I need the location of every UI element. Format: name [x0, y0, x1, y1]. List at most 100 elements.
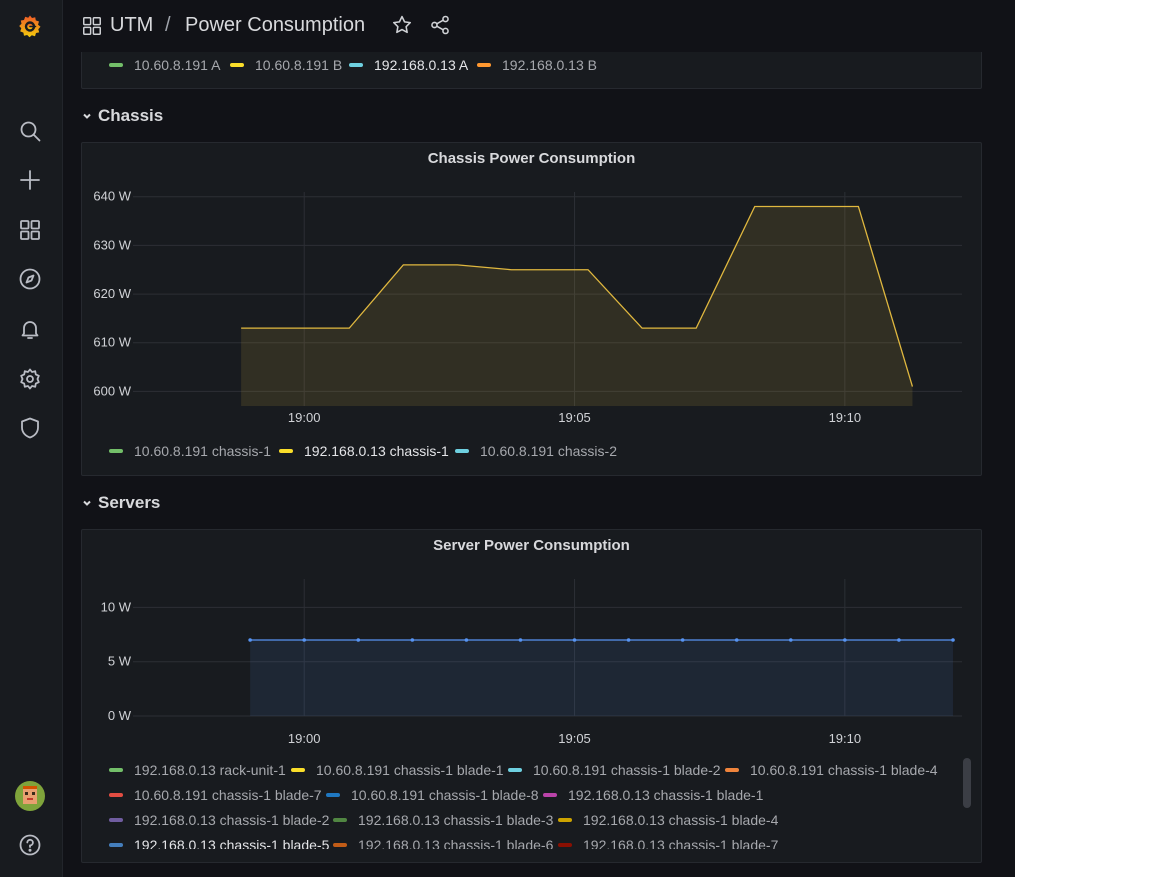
search-icon[interactable]: [16, 117, 44, 145]
data-point: [572, 638, 577, 642]
legend-item[interactable]: 10.60.8.191 chassis-1 blade-1: [291, 761, 504, 779]
legend-item[interactable]: 10.60.8.191 chassis-1 blade-2: [508, 761, 721, 779]
share-icon[interactable]: [429, 14, 453, 38]
data-point: [951, 638, 955, 642]
legend-item[interactable]: 192.168.0.13 B: [477, 56, 597, 74]
legend-item[interactable]: 192.168.0.13 chassis-1 blade-5: [109, 836, 329, 849]
legend-swatch: [477, 63, 491, 67]
dashboard-grid-icon: [81, 15, 105, 39]
y-tick-label: 10 W: [101, 599, 132, 614]
server-legend: 192.168.0.13 rack-unit-1 10.60.8.191 chas…: [109, 761, 964, 849]
legend-swatch: [109, 449, 123, 453]
legend-label: 10.60.8.191 chassis-1: [134, 443, 271, 459]
legend-label: 10.60.8.191 chassis-1 blade-2: [533, 762, 721, 778]
y-tick-label: 630 W: [93, 237, 131, 252]
legend-item[interactable]: 10.60.8.191 chassis-1 blade-8: [326, 786, 539, 804]
data-point: [410, 638, 415, 642]
legend-swatch: [109, 818, 123, 822]
help-icon[interactable]: [16, 831, 44, 859]
legend-swatch: [333, 818, 347, 822]
dashboards-grid-icon[interactable]: [16, 216, 44, 244]
dashboard-content: 10.60.8.191 A 10.60.8.191 B 192.168.0.13 A…: [63, 52, 1015, 877]
top-bar: UTM / Power Consumption: [63, 0, 1015, 52]
chassis-panel-title[interactable]: Chassis Power Consumption: [82, 150, 981, 167]
data-point: [518, 638, 523, 642]
legend-swatch: [508, 768, 522, 772]
legend-swatch: [109, 63, 123, 67]
legend-label: 192.168.0.13 chassis-1 blade-4: [583, 812, 779, 828]
legend-item[interactable]: 192.168.0.13 A: [349, 56, 468, 74]
legend-label: 10.60.8.191 chassis-1 blade-7: [134, 787, 322, 803]
legend-label: 10.60.8.191 chassis-1 blade-1: [316, 762, 504, 778]
legend-label: 192.168.0.13 B: [502, 57, 597, 73]
legend-swatch: [333, 843, 347, 847]
breadcrumb-folder[interactable]: UTM: [110, 13, 153, 37]
settings-gear-icon[interactable]: [16, 365, 44, 393]
legend-item[interactable]: 192.168.0.13 chassis-1 blade-4: [558, 811, 778, 829]
row-servers[interactable]: Servers: [81, 493, 160, 513]
legend-item[interactable]: 192.168.0.13 rack-unit-1: [109, 761, 286, 779]
y-tick-label: 610 W: [93, 335, 131, 350]
legend-label: 10.60.8.191 chassis-1 blade-8: [351, 787, 539, 803]
y-tick-label: 0 W: [108, 708, 132, 723]
legend-item[interactable]: 192.168.0.13 chassis-1: [279, 442, 449, 460]
legend-swatch: [109, 768, 123, 772]
legend-swatch: [109, 793, 123, 797]
legend-item[interactable]: 192.168.0.13 chassis-1 blade-6: [333, 836, 553, 849]
legend-item[interactable]: 192.168.0.13 chassis-1 blade-1: [543, 786, 763, 804]
legend-label: 10.60.8.191 chassis-2: [480, 443, 617, 459]
y-tick-label: 5 W: [108, 654, 132, 669]
row-chassis[interactable]: Chassis: [81, 106, 163, 126]
chassis-power-chart[interactable]: 600 W 610 W 620 W 630 W 640 W 19:00 19:05 19:10: [82, 177, 981, 467]
data-point: [734, 638, 739, 642]
create-plus-icon[interactable]: [16, 166, 44, 194]
legend-item[interactable]: 192.168.0.13 chassis-1 blade-7: [558, 836, 778, 849]
legend-item[interactable]: 192.168.0.13 chassis-1 blade-3: [333, 811, 553, 829]
data-point: [356, 638, 361, 642]
legend-swatch: [109, 843, 123, 847]
explore-compass-icon[interactable]: [16, 265, 44, 293]
legend-swatch: [279, 449, 293, 453]
legend-label: 192.168.0.13 chassis-1 blade-1: [568, 787, 764, 803]
legend-item[interactable]: 10.60.8.191 A: [109, 56, 220, 74]
legend-scrollbar[interactable]: [963, 758, 971, 808]
grafana-logo-icon[interactable]: [16, 12, 44, 40]
legend-swatch: [230, 63, 244, 67]
x-tick-label: 19:05: [558, 410, 591, 425]
page-title[interactable]: Power Consumption: [185, 13, 365, 37]
x-tick-label: 19:10: [829, 731, 862, 746]
legend-item[interactable]: 10.60.8.191 chassis-1 blade-7: [109, 786, 322, 804]
series-area-fill: [250, 640, 953, 716]
y-tick-label: 600 W: [93, 383, 131, 398]
server-power-panel: Server Power Consumption 0 W 5 W 10 W 19:00…: [81, 529, 982, 863]
chassis-power-panel: Chassis Power Consumption 600 W 610 W 620 …: [81, 142, 982, 476]
data-point: [302, 638, 307, 642]
data-point: [788, 638, 793, 642]
legend-item[interactable]: 10.60.8.191 chassis-1 blade-4: [725, 761, 938, 779]
user-avatar[interactable]: [15, 781, 45, 811]
legend-label: 192.168.0.13 chassis-1 blade-7: [583, 837, 779, 849]
legend-item[interactable]: 10.60.8.191 chassis-2: [455, 442, 617, 460]
row-servers-title: Servers: [98, 493, 161, 512]
server-power-chart[interactable]: 0 W 5 W 10 W 19:00 19:05 19:10: [82, 564, 981, 754]
x-tick-label: 19:00: [288, 731, 321, 746]
server-admin-shield-icon[interactable]: [16, 414, 44, 442]
data-point: [626, 638, 631, 642]
legend-label: 192.168.0.13 chassis-1 blade-2: [134, 812, 330, 828]
chevron-down-icon: [83, 113, 91, 119]
legend-swatch: [558, 818, 572, 822]
legend-swatch: [291, 768, 305, 772]
legend-label: 192.168.0.13 chassis-1: [304, 443, 449, 459]
legend-item[interactable]: 192.168.0.13 chassis-1 blade-2: [109, 811, 329, 829]
legend-label: 10.60.8.191 B: [255, 57, 343, 73]
grafana-app: UTM / Power Consumption 10.60.8.191 A 10.…: [0, 0, 1015, 877]
legend-label: 192.168.0.13 A: [374, 57, 469, 73]
sidebar: [0, 0, 63, 877]
star-icon[interactable]: [391, 14, 415, 38]
server-panel-title[interactable]: Server Power Consumption: [82, 537, 981, 554]
alerting-bell-icon[interactable]: [16, 315, 44, 343]
legend-item[interactable]: 10.60.8.191 chassis-1: [109, 442, 271, 460]
legend-label: 192.168.0.13 chassis-1 blade-5: [134, 837, 330, 849]
legend-item[interactable]: 10.60.8.191 B: [230, 56, 342, 74]
row-chassis-title: Chassis: [98, 106, 164, 125]
